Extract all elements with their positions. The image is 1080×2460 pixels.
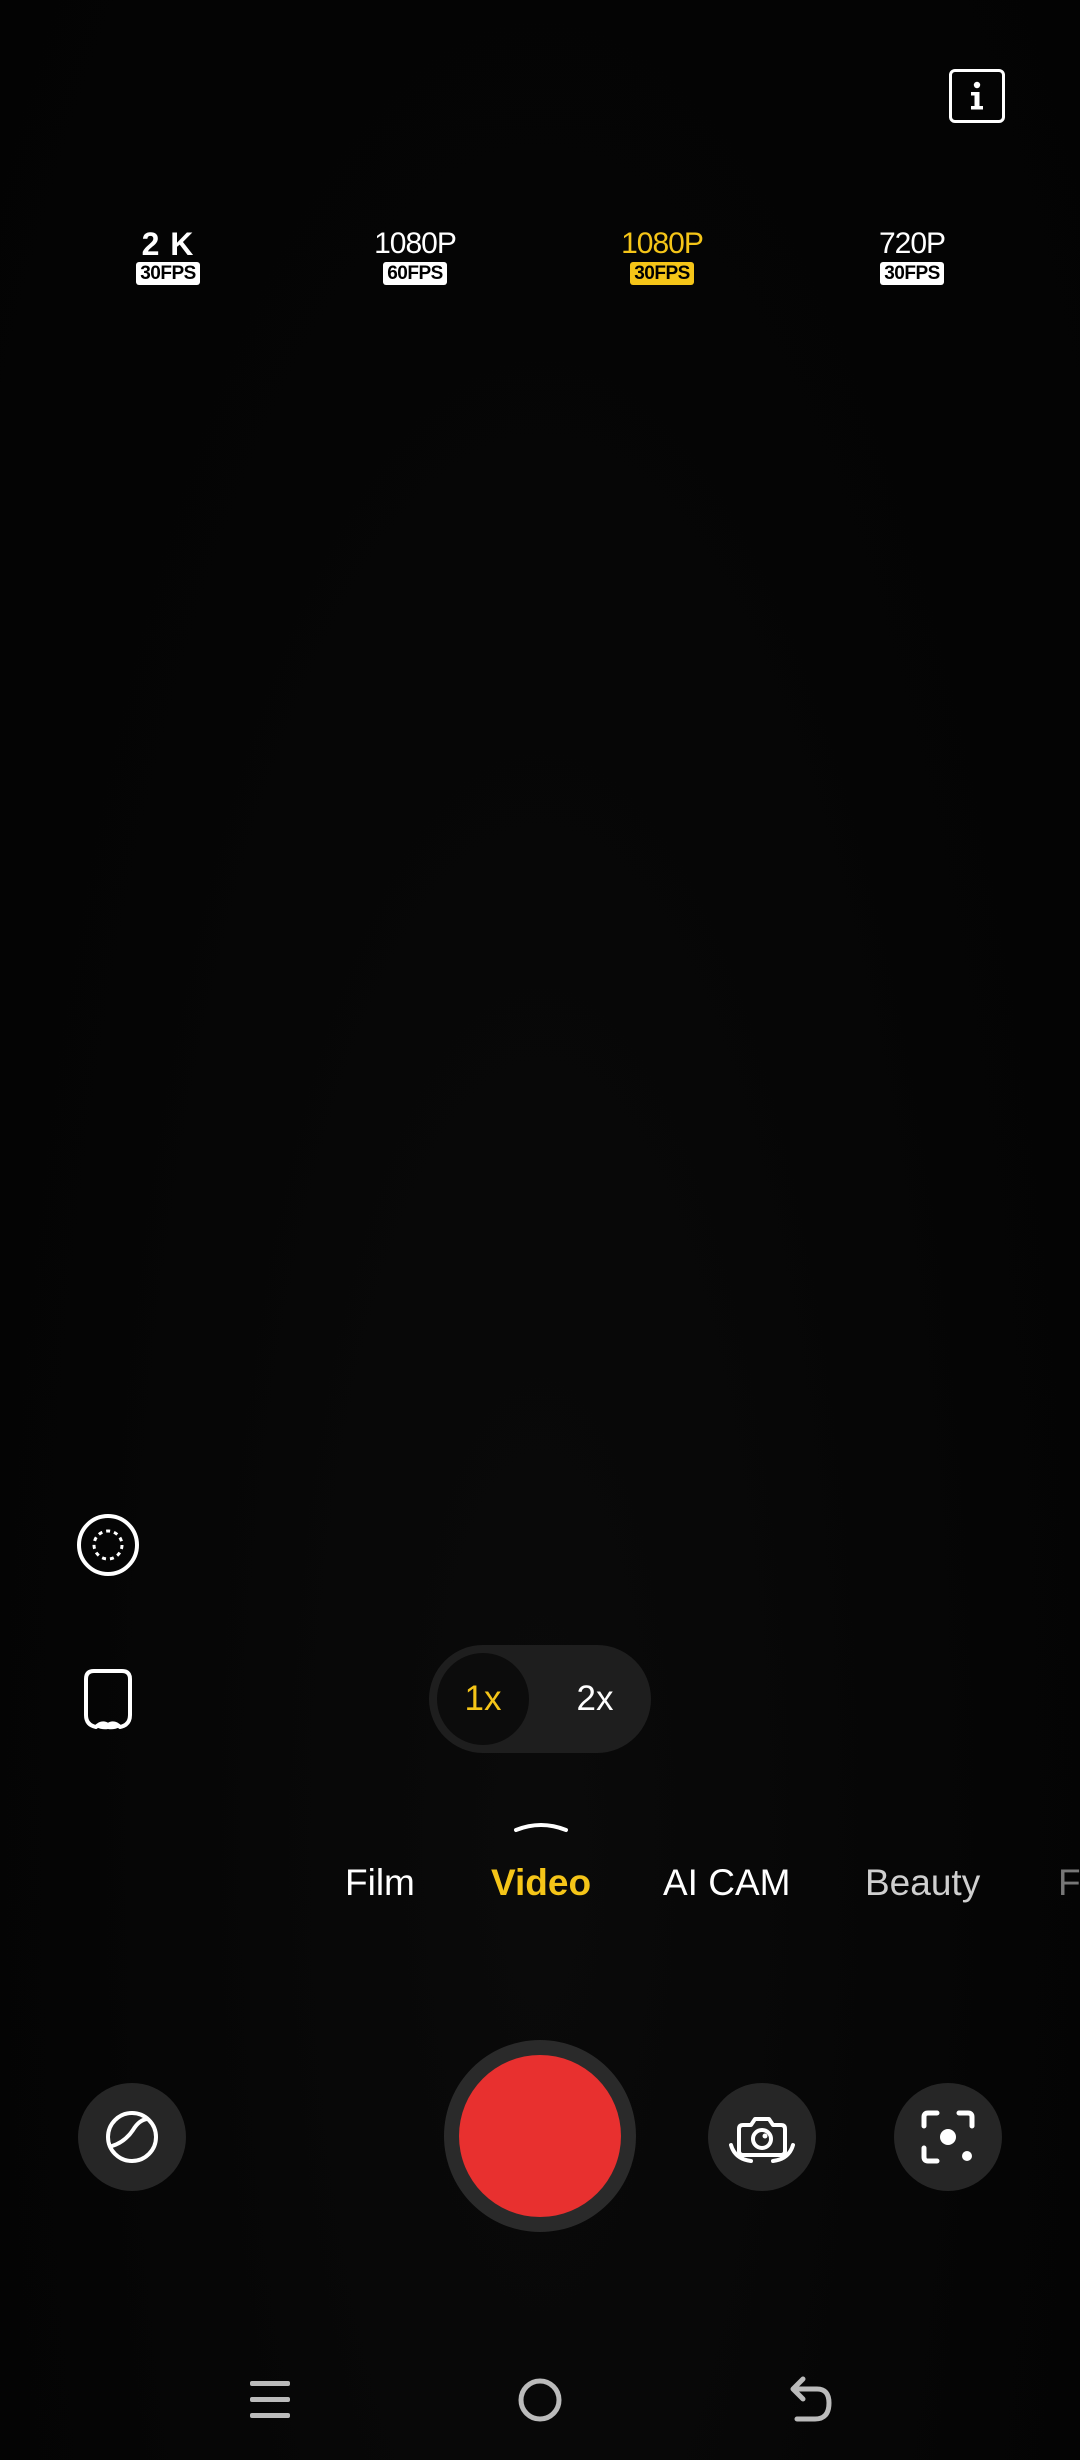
fps-badge: 30FPS [136,262,200,285]
zoom-2x-button[interactable]: 2x [549,1653,641,1745]
mode-film[interactable]: Film [345,1862,415,1904]
mode-video[interactable]: Video [491,1862,591,1904]
focus-scan-button[interactable] [894,2083,1002,2191]
resolution-label: 1080P [374,227,457,260]
filter-button[interactable] [78,2083,186,2191]
record-button[interactable] [444,2040,636,2232]
back-icon [790,2376,832,2422]
fps-badge: 30FPS [880,262,944,285]
switch-camera-button[interactable] [708,2083,816,2191]
filter-icon [106,2111,158,2163]
focus-scan-icon [921,2110,975,2164]
motion-photo-button[interactable] [73,1510,143,1580]
resolution-option-2k[interactable]: 2 K 30FPS [98,228,238,285]
resolution-option-1080p-30[interactable]: 1080P 30FPS [592,228,732,285]
home-button[interactable] [510,2370,570,2430]
mode-panel-handle-icon[interactable] [512,1818,570,1834]
beauty-face-icon [84,1669,132,1730]
info-button[interactable] [949,69,1005,123]
home-icon [518,2378,562,2422]
resolution-label: 2 K [141,226,195,262]
mode-ai-cam[interactable]: AI CAM [663,1862,790,1904]
record-button-core [459,2055,621,2217]
fps-badge: 60FPS [383,262,447,285]
switch-camera-icon [729,2117,795,2163]
beauty-face-button[interactable] [78,1665,138,1735]
resolution-option-1080p-60[interactable]: 1080P 60FPS [345,228,485,285]
resolution-label: 720P [878,227,946,260]
mode-beauty[interactable]: Beauty [865,1862,980,1904]
zoom-1x-button[interactable]: 1x [437,1653,529,1745]
back-button[interactable] [781,2370,841,2430]
zoom-selector: 1x 2x [429,1645,651,1753]
recent-apps-icon [250,2381,290,2418]
info-icon [971,81,983,110]
fps-badge: 30FPS [630,262,694,285]
resolution-label: 1080P [621,227,704,260]
motion-photo-icon [77,1514,139,1576]
mode-next-partial[interactable]: F [1058,1862,1080,1904]
recent-apps-button[interactable] [240,2370,300,2430]
resolution-option-720p[interactable]: 720P 30FPS [842,228,982,285]
